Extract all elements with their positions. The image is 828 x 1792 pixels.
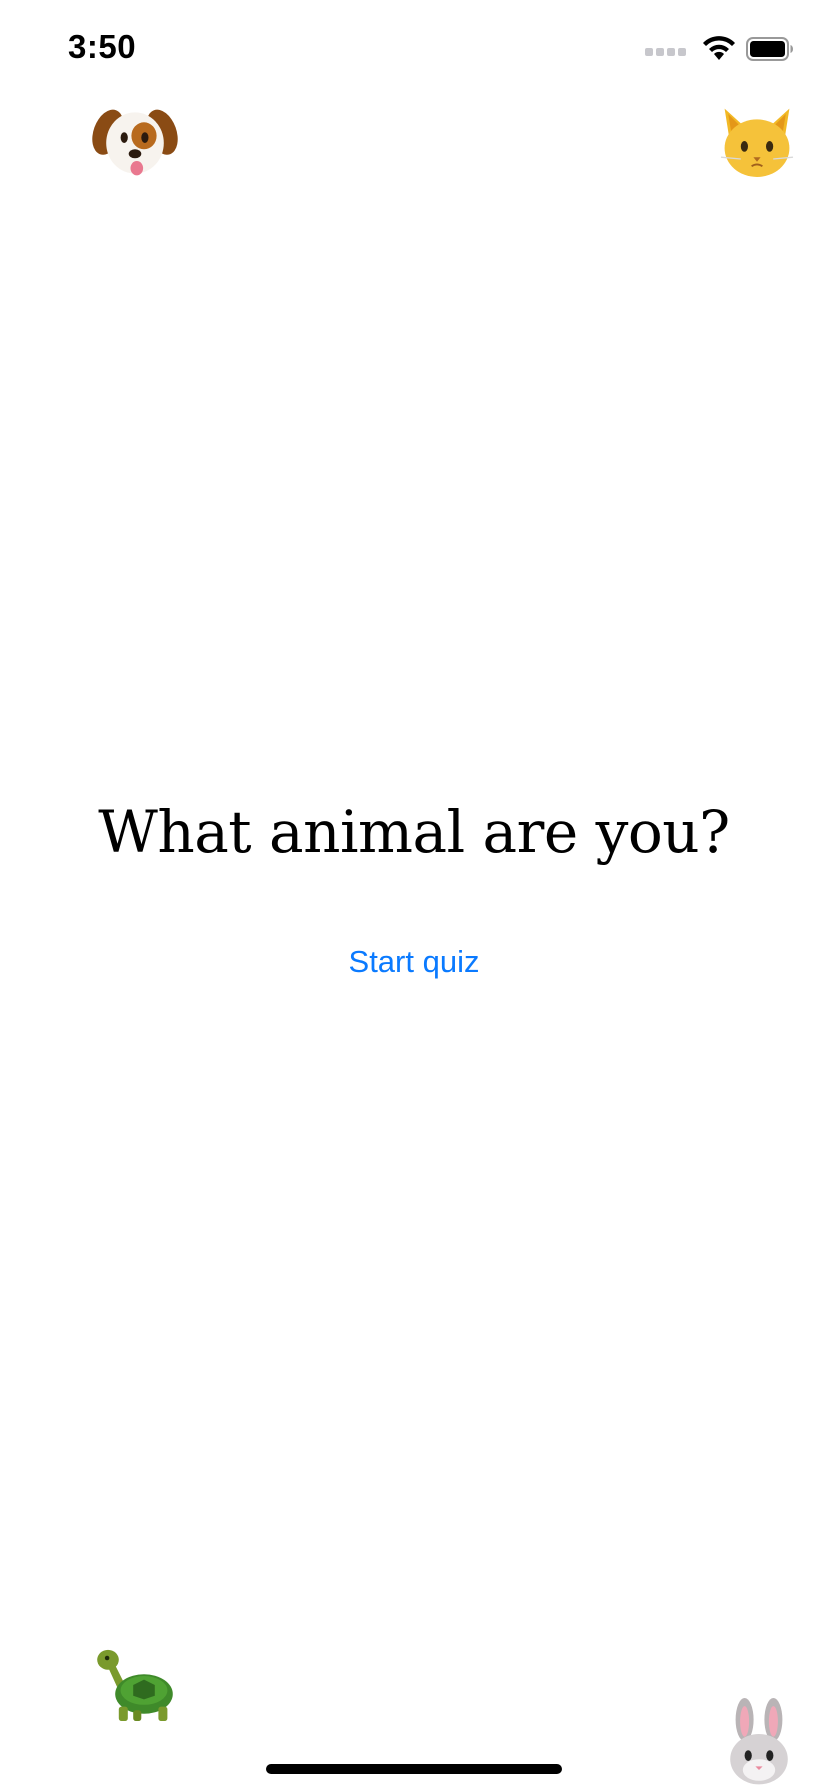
page-title: What animal are you?: [98, 798, 730, 866]
status-icons: [645, 36, 794, 67]
battery-icon: [746, 37, 794, 66]
rabbit-face-icon: [714, 1698, 804, 1788]
cat-face-icon: [712, 96, 802, 186]
cellular-icon: [645, 47, 686, 56]
start-quiz-button[interactable]: Start quiz: [314, 938, 514, 986]
home-indicator[interactable]: [266, 1764, 562, 1774]
status-time: 3:50: [68, 28, 137, 65]
dog-face-icon: [90, 98, 180, 188]
wifi-icon: [702, 36, 736, 67]
turtle-icon: [90, 1640, 180, 1730]
